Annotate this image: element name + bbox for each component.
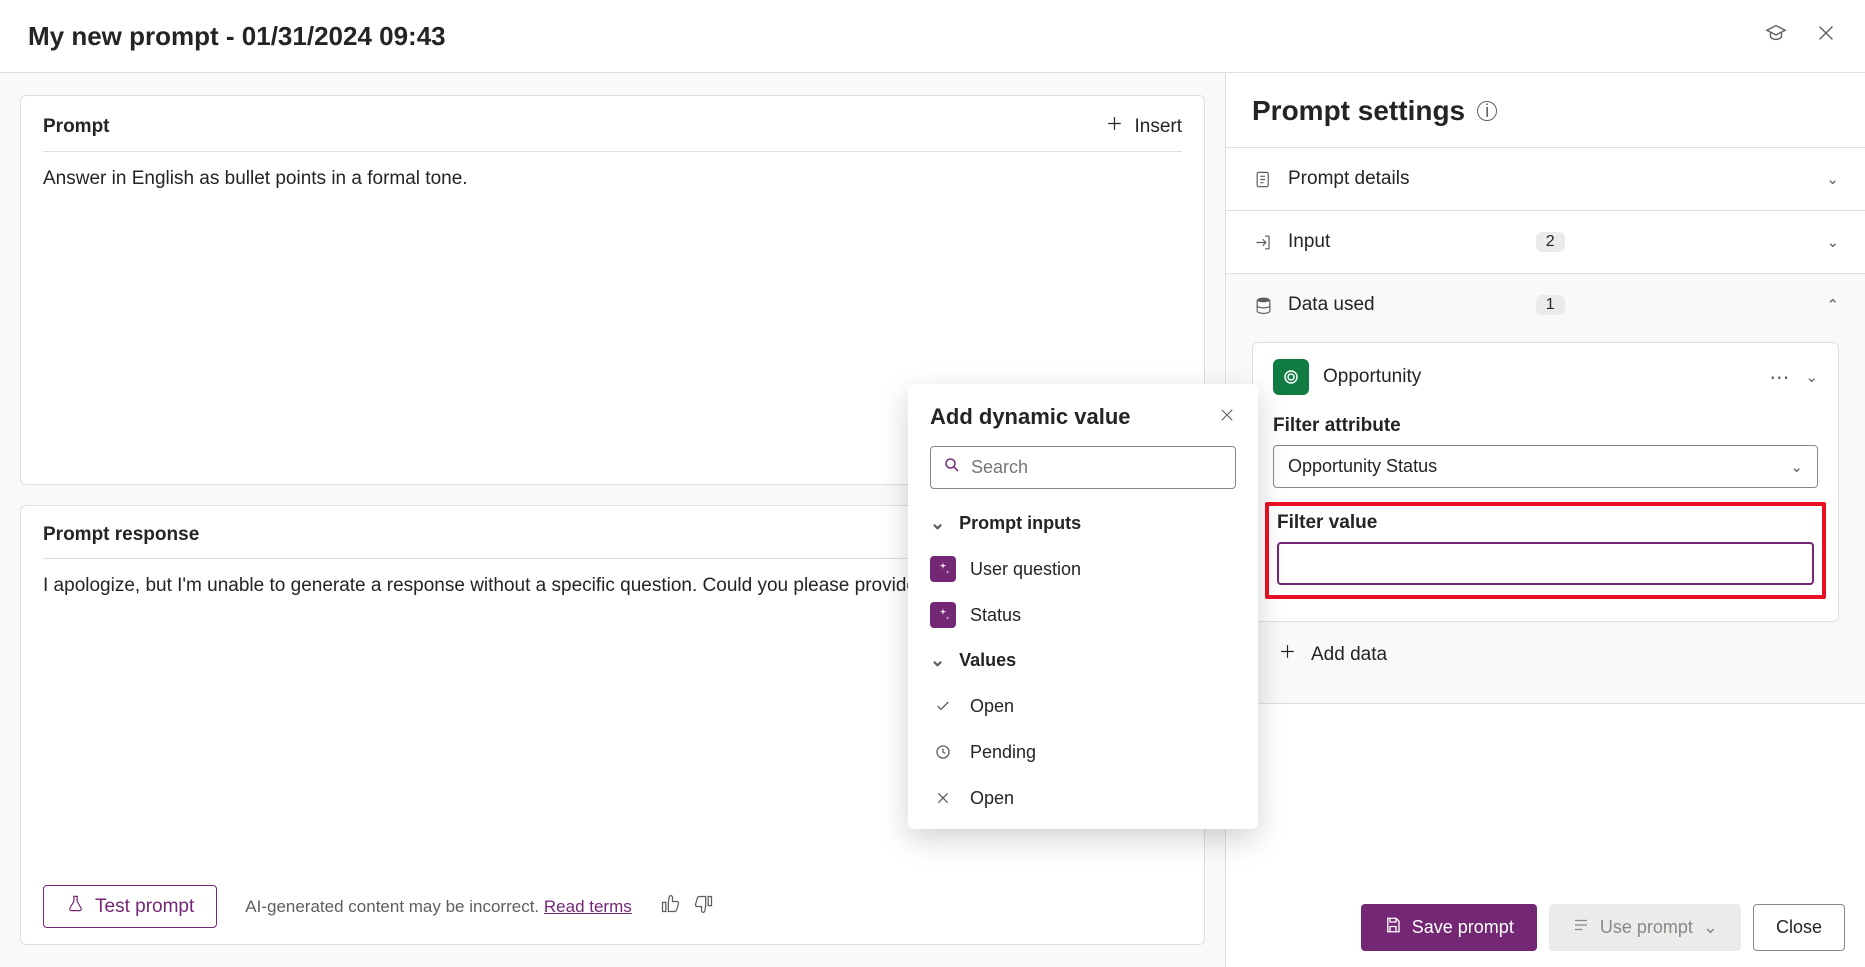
popup-title: Add dynamic value (930, 404, 1131, 430)
filter-attribute-value: Opportunity Status (1288, 456, 1437, 477)
filter-value-highlight: Filter value (1265, 502, 1826, 599)
read-terms-link[interactable]: Read terms (544, 897, 632, 916)
popup-input-row[interactable]: User question (908, 546, 1258, 592)
search-input-wrap[interactable] (930, 446, 1236, 489)
info-icon[interactable]: i (1477, 101, 1497, 121)
plus-icon (1105, 114, 1124, 139)
prompt-text[interactable]: Answer in English as bullet points in a … (43, 168, 1182, 190)
details-icon (1252, 168, 1274, 190)
chevron-down-icon: ⌄ (930, 513, 945, 534)
settings-panel: Prompt settings i Prompt details ⌄ Input… (1225, 73, 1865, 967)
filter-value-input[interactable] (1277, 542, 1814, 585)
filter-value-label: Filter value (1277, 512, 1814, 534)
use-prompt-button[interactable]: Use prompt ⌄ (1549, 904, 1741, 951)
popup-section-values[interactable]: ⌄ Values (908, 638, 1258, 683)
more-icon[interactable]: ⋯ (1769, 365, 1791, 390)
dynamic-value-popup: Add dynamic value ⌄ Prompt inputs User q… (908, 384, 1258, 829)
data-count-badge: 1 (1536, 295, 1565, 315)
search-icon (943, 456, 961, 479)
input-icon (1252, 231, 1274, 253)
section-label: Data used (1288, 294, 1522, 316)
chevron-up-icon: ⌃ (1826, 296, 1839, 314)
check-icon (930, 693, 956, 719)
x-icon (930, 785, 956, 811)
save-icon (1384, 916, 1402, 939)
prompt-card-title: Prompt (43, 116, 110, 138)
section-input[interactable]: Input 2 ⌄ (1226, 211, 1865, 274)
entity-name: Opportunity (1323, 366, 1755, 388)
settings-title: Prompt settings (1252, 95, 1465, 127)
section-label: Prompt details (1288, 168, 1812, 190)
popup-value-row[interactable]: Open (908, 775, 1258, 821)
input-count-badge: 2 (1536, 232, 1565, 252)
close-button[interactable]: Close (1753, 904, 1845, 951)
popup-input-row[interactable]: Status (908, 592, 1258, 638)
learn-icon[interactable] (1765, 22, 1787, 50)
popup-value-row[interactable]: Pending (908, 729, 1258, 775)
sparkle-icon (930, 602, 956, 628)
chevron-down-icon: ⌄ (1826, 170, 1839, 188)
clock-icon (930, 739, 956, 765)
thumbs-up-icon[interactable] (660, 894, 680, 920)
ai-disclaimer: AI-generated content may be incorrect. R… (245, 897, 632, 917)
section-label: Input (1288, 231, 1522, 253)
insert-label: Insert (1134, 116, 1182, 138)
filter-attribute-label: Filter attribute (1273, 415, 1818, 437)
add-data-button[interactable]: Add data (1252, 622, 1839, 677)
chevron-down-icon: ⌄ (930, 650, 945, 671)
chevron-down-icon: ⌄ (1826, 233, 1839, 251)
popup-value-row[interactable]: Open (908, 683, 1258, 729)
insert-button[interactable]: Insert (1105, 114, 1182, 139)
flask-icon (66, 894, 85, 919)
database-icon (1252, 294, 1274, 316)
sparkle-icon (930, 556, 956, 582)
footer-actions: Save prompt Use prompt ⌄ Close (1361, 904, 1845, 951)
save-prompt-button[interactable]: Save prompt (1361, 904, 1537, 951)
search-input[interactable] (971, 457, 1223, 478)
response-card-title: Prompt response (43, 524, 199, 546)
close-icon[interactable] (1218, 406, 1236, 429)
popup-section-inputs[interactable]: ⌄ Prompt inputs (908, 501, 1258, 546)
section-prompt-details[interactable]: Prompt details ⌄ (1226, 148, 1865, 211)
section-data-used-header[interactable]: Data used 1 ⌃ (1226, 274, 1865, 336)
chevron-down-icon: ⌄ (1703, 917, 1718, 938)
close-icon[interactable] (1815, 22, 1837, 50)
test-prompt-label: Test prompt (95, 896, 194, 918)
header-bar: My new prompt - 01/31/2024 09:43 (0, 0, 1865, 73)
data-entity-card: Opportunity ⋯ ⌄ Filter attribute Opportu… (1252, 342, 1839, 622)
section-data-used: Data used 1 ⌃ Opportunity ⋯ ⌄ Filter att… (1226, 274, 1865, 704)
table-icon (1273, 359, 1309, 395)
chevron-down-icon[interactable]: ⌄ (1805, 368, 1818, 386)
list-icon (1572, 916, 1590, 939)
filter-attribute-select[interactable]: Opportunity Status ⌄ (1273, 445, 1818, 488)
plus-icon (1278, 642, 1297, 667)
add-data-label: Add data (1311, 644, 1387, 666)
test-prompt-button[interactable]: Test prompt (43, 885, 217, 928)
chevron-down-icon: ⌄ (1790, 458, 1803, 476)
thumbs-down-icon[interactable] (694, 894, 714, 920)
page-title: My new prompt - 01/31/2024 09:43 (28, 21, 1765, 52)
